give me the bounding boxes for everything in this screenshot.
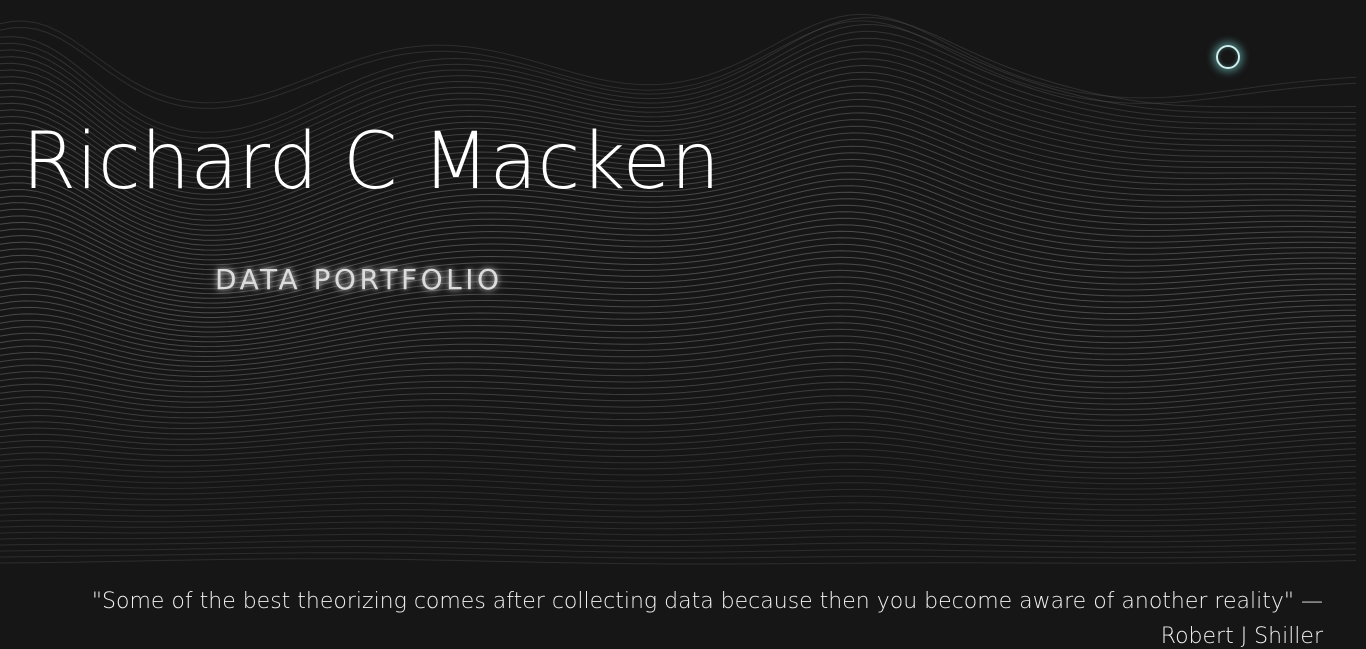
quote-block: "Some of the best theorizing comes after… [23, 584, 1323, 649]
wave-lines-background [0, 0, 1366, 570]
circle-cursor-icon [1216, 45, 1240, 69]
page-title: Richard C Macken [22, 117, 721, 207]
hero-section: Richard C Macken DATA PORTFOLIO [0, 0, 1366, 570]
quote-text: "Some of the best theorizing comes after… [91, 589, 1323, 614]
quote-author: Robert J Shiller [1160, 624, 1323, 649]
page-subtitle: DATA PORTFOLIO [215, 263, 503, 296]
